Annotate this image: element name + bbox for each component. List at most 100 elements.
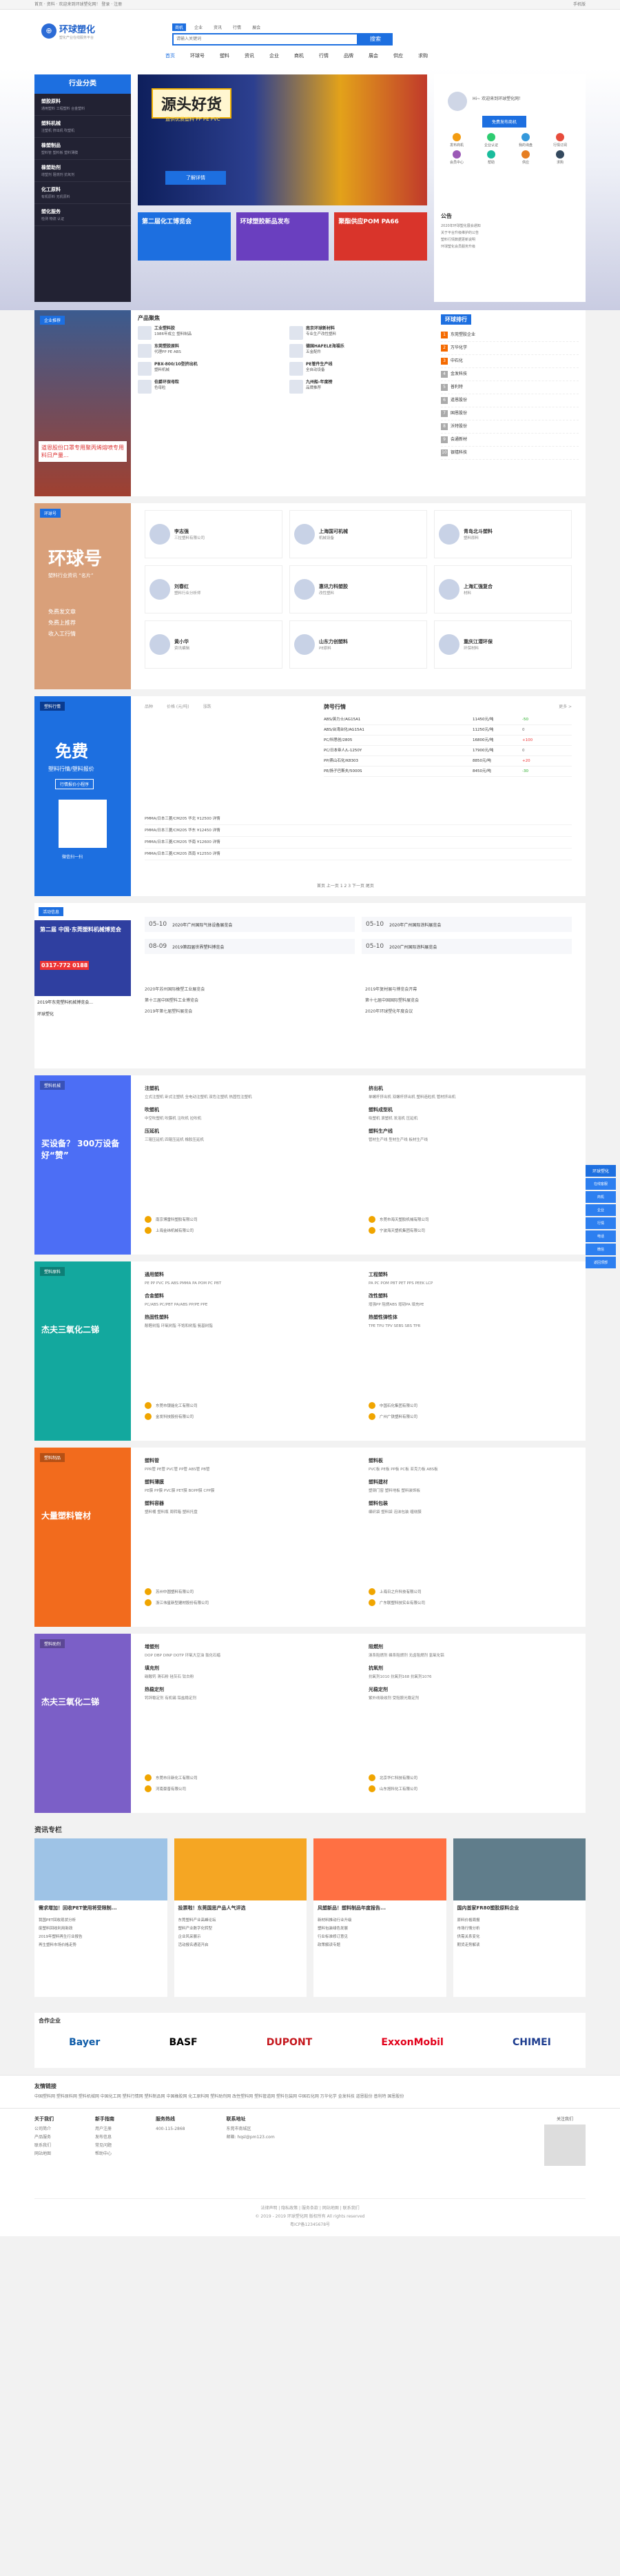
news-item[interactable]: 新材料推动行业升级 <box>313 1916 446 1924</box>
huanqiu-person[interactable]: 重庆江潜环保 环保材料 <box>434 620 572 669</box>
product-item[interactable]: PE管件生产线 全自动设备 <box>289 362 434 376</box>
subcategory-title[interactable]: 塑料成型机 <box>369 1106 513 1113</box>
notice-item[interactable]: 塑料行情数据更新说明 <box>441 236 579 243</box>
nav-item[interactable]: 资讯 <box>245 52 254 59</box>
quick-link[interactable]: 帮助 <box>475 150 507 165</box>
product-name[interactable]: 德国HAFELE海福乐 <box>306 344 344 349</box>
ranking-name[interactable]: 道恩股份 <box>451 398 467 403</box>
company-name[interactable]: 南京博雷科塑胶有限公司 <box>156 1217 198 1222</box>
subcategory-items[interactable]: PVC板 PE板 PP板 PC板 亚克力板 ABS板 <box>369 1467 513 1473</box>
search-tab[interactable]: 企业 <box>192 23 205 31</box>
category-item[interactable]: 橡塑助剂 增塑剂 阻燃剂 抗氧剂 <box>34 160 131 182</box>
quote-row[interactable]: ABS/英力士/AG15A1 11450元/吨 -50 <box>324 715 572 725</box>
search-tab[interactable]: 展会 <box>249 23 263 31</box>
company-item[interactable]: 宁波海天塑机集团有限公司 <box>369 1227 572 1234</box>
footer-link[interactable]: 用户注册 <box>95 2125 114 2133</box>
company-name[interactable]: 苏州中圆塑料有限公司 <box>156 1589 194 1594</box>
subcategory-items[interactable]: 塑料桶 塑料瓶 周转箱 塑料托盘 <box>145 1510 289 1516</box>
product-item[interactable]: 德国HAFELE海福乐 五金配件 <box>289 344 434 358</box>
subcategory-items[interactable]: DOP DBP DINP DOTP 环氧大豆油 氯化石蜡 <box>145 1653 289 1659</box>
company-item[interactable]: 河南豪普有限公司 <box>145 1785 348 1792</box>
company-name[interactable]: 浙江伟星新型建材股份有限公司 <box>156 1600 209 1605</box>
nav-item[interactable]: 行情 <box>319 52 329 59</box>
notice-item[interactable]: 2020年环球塑化展会通知 <box>441 223 579 230</box>
company-item[interactable]: 浙江伟星新型建材股份有限公司 <box>145 1599 348 1606</box>
huanqiu-person[interactable]: 黄小华 资讯编辑 <box>145 620 282 669</box>
banner-button[interactable]: 了解详情 <box>165 171 226 185</box>
activity-title[interactable]: 2019第四届世界塑料博览会 <box>172 944 224 950</box>
float-item[interactable]: 在线客服 <box>586 1178 616 1190</box>
mini-banner[interactable]: 第二届化工博览会 <box>138 212 231 261</box>
partner-logo[interactable]: BASF <box>169 2037 197 2048</box>
subcategory-items[interactable]: 抗氧剂1010 抗氧剂168 抗氧剂1076 <box>369 1674 513 1681</box>
quote-list-item[interactable]: PMMA/日本三菱/CM205 华北 ¥12500 详情 <box>145 813 572 825</box>
subcategory-items[interactable]: 三辊压延机 四辊压延机 橡胶压延机 <box>145 1137 289 1144</box>
nav-item[interactable]: 品牌 <box>344 52 353 59</box>
ranking-item[interactable]: 6 道恩股份 <box>441 394 579 407</box>
company-name[interactable]: 上海日之升科技有限公司 <box>380 1589 422 1594</box>
pagination[interactable]: 首页 上一页 1 2 3 下一页 尾页 <box>317 882 374 889</box>
float-item[interactable]: 行情 <box>586 1217 616 1229</box>
product-image[interactable]: 企业推荐 道恩股份口罩专用聚丙烯熔喷专用料日产量... <box>34 310 131 496</box>
category-name[interactable]: 塑料机械 <box>41 120 124 127</box>
news-item[interactable]: 我国PET回收现状分析 <box>34 1916 167 1924</box>
product-item[interactable]: 工业塑料胶 1986年成立 塑料制品 <box>138 326 282 340</box>
main-banner[interactable]: 源头好货 直供优质塑料 PP PE PVC 了解详情 <box>138 74 427 205</box>
product-item[interactable]: 伯爵环保母粒 色母粒 <box>138 380 282 394</box>
news-image[interactable] <box>313 1838 446 1900</box>
ranking-item[interactable]: 1 东莞塑胶企业 <box>441 329 579 342</box>
category-sub[interactable]: 有机原料 无机原料 <box>41 194 124 199</box>
company-item[interactable]: 中国石化集团有限公司 <box>369 1402 572 1409</box>
person-name[interactable]: 重庆江潜环保 <box>464 638 493 645</box>
quote-row[interactable]: PP/燕山石化/K8303 8850元/吨 +20 <box>324 756 572 767</box>
quote-list-item[interactable]: PMMA/日本三菱/CM205 西南 ¥12550 详情 <box>145 849 572 860</box>
search-tab[interactable]: 资讯 <box>211 23 225 31</box>
search-button[interactable]: 搜索 <box>358 33 393 45</box>
quote-list-item[interactable]: PMMA/日本三菱/CM205 华东 ¥12450 详情 <box>145 825 572 837</box>
activity-title[interactable]: 2020年广州国际涂料展览会 <box>389 922 441 928</box>
huanqiu-person[interactable]: 青岛北斗塑料 塑料原料 <box>434 510 572 558</box>
subcategory-items[interactable]: 增强PP 阻燃ABS 增韧PA 填充PE <box>369 1302 513 1308</box>
nav-item[interactable]: 首页 <box>165 52 175 59</box>
quick-link[interactable]: 供应 <box>510 150 541 165</box>
huanqiu-person[interactable]: 上海国可机械 机械设备 <box>289 510 427 558</box>
category-name[interactable]: 塑化服务 <box>41 208 124 215</box>
news-item[interactable]: 政策解读专题 <box>313 1940 446 1949</box>
footer-bottom-links[interactable]: 法律声明 | 隐私政策 | 服务条款 | 网站地图 | 联系我们 <box>34 2204 586 2213</box>
subcategory-items[interactable]: PA PC POM PBT PET PPS PEEK LCP <box>369 1281 513 1287</box>
quote-row[interactable]: PE/扬子巴斯夫/5000S 8450元/吨 -30 <box>324 767 572 777</box>
poster-caption[interactable]: 2019年东莞塑料机械博览会... <box>34 996 131 1008</box>
category-name[interactable]: 橡塑制品 <box>41 142 124 149</box>
subcategory-items[interactable]: 立式注塑机 卧式注塑机 全电动注塑机 双色注塑机 热固性注塑机 <box>145 1095 289 1101</box>
news-item[interactable]: 塑料产业数字化转型 <box>174 1924 307 1932</box>
news-item[interactable]: 期货走势解读 <box>453 1940 586 1949</box>
company-name[interactable]: 广州广铁塑料有限公司 <box>380 1414 417 1419</box>
company-name[interactable]: 上海金纬机械有限公司 <box>156 1228 194 1233</box>
ranking-name[interactable]: 万华化学 <box>451 345 467 350</box>
subcategory-title[interactable]: 注塑机 <box>145 1085 289 1092</box>
news-item[interactable]: 2019年塑料再生行业报告 <box>34 1932 167 1940</box>
product-name[interactable]: PE管件生产线 <box>306 362 333 367</box>
activity-news-item[interactable]: 2019年复材展与博览会开幕 <box>365 986 572 994</box>
footer-link[interactable]: 常见问题 <box>95 2142 114 2150</box>
company-item[interactable]: 南京博雷科塑胶有限公司 <box>145 1216 348 1223</box>
company-name[interactable]: 金发科技股份有限公司 <box>156 1414 194 1419</box>
category-item[interactable]: 橡塑制品 塑料管 塑料板 塑料薄膜 <box>34 138 131 160</box>
search-tab[interactable]: 行情 <box>230 23 244 31</box>
quotes-mini-program[interactable]: 行情报价小程序 <box>55 779 94 789</box>
subcategory-items[interactable]: 管材生产线 型材生产线 板材生产线 <box>369 1137 513 1144</box>
category-sub[interactable]: 通用塑料 工程塑料 合金塑料 <box>41 106 124 111</box>
quotes-promo[interactable]: 塑料行情 免费 塑料行情/塑料报价 行情报价小程序 微信扫一扫 <box>34 696 131 896</box>
plastic-additives-promo[interactable]: 塑料助剂 杰夫三氧化二锑 <box>34 1634 131 1813</box>
subcategory-title[interactable]: 塑料生产线 <box>369 1128 513 1135</box>
company-item[interactable]: 上海日之升科技有限公司 <box>369 1588 572 1595</box>
company-name[interactable]: 东莞市日新化工有限公司 <box>156 1775 198 1781</box>
huanqiu-person[interactable]: 李志强 三拉塑料有限公司 <box>145 510 282 558</box>
subcategory-items[interactable]: 编织袋 塑料袋 泡沫包装 缠绕膜 <box>369 1510 513 1516</box>
search-input[interactable] <box>172 33 358 45</box>
ranking-item[interactable]: 3 中石化 <box>441 355 579 368</box>
quote-row[interactable]: PC/科思创/2805 16800元/吨 +100 <box>324 736 572 746</box>
footer-link[interactable]: 东莞市南城区 <box>227 2125 275 2133</box>
partner-logo[interactable]: DUPONT <box>267 2037 312 2048</box>
company-item[interactable]: 广东联塑科技实业有限公司 <box>369 1599 572 1606</box>
